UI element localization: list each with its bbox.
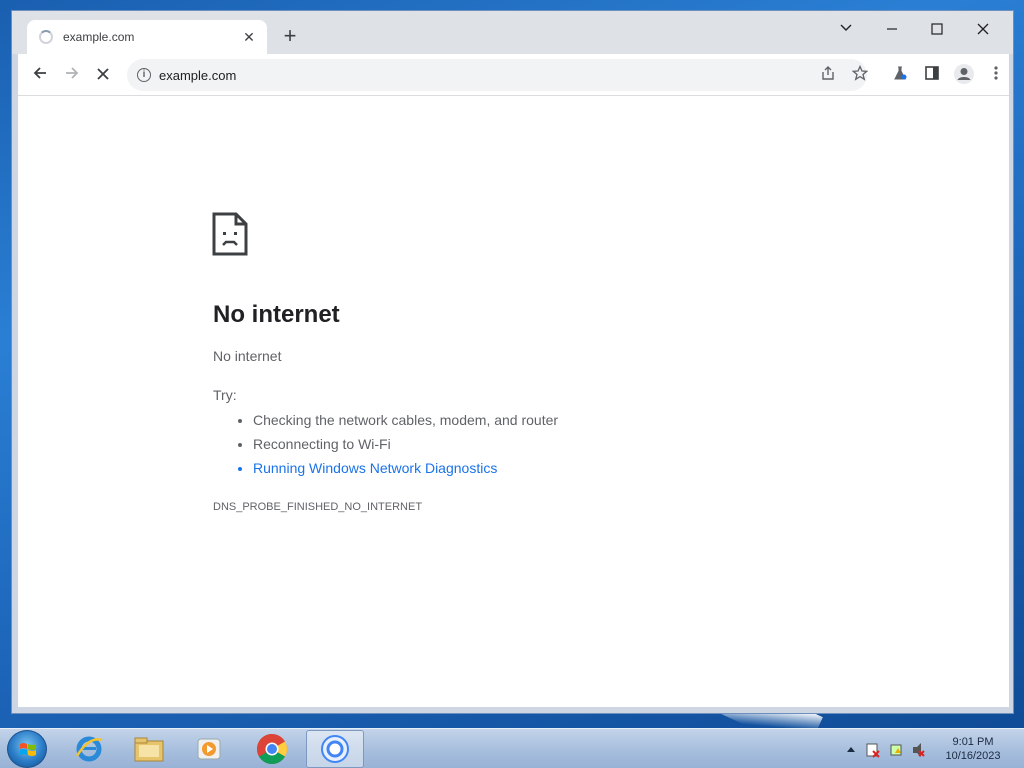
stop-loading-icon[interactable] (91, 63, 115, 87)
minimize-button[interactable] (878, 17, 906, 45)
profile-avatar-icon[interactable] (952, 63, 976, 87)
forward-arrow-icon[interactable] (60, 63, 84, 87)
close-tab-icon[interactable]: ✕ (241, 29, 257, 46)
system-tray (845, 741, 925, 762)
page-content: No internet No internet Try: Checking th… (18, 96, 1009, 707)
tab-search-chevron-icon[interactable] (832, 17, 860, 45)
tab-title: example.com (63, 30, 135, 44)
error-subtitle: No internet (213, 348, 282, 364)
clock-date: 10/16/2023 (945, 750, 1001, 762)
error-title: No internet (213, 301, 340, 328)
url-text: example.com (159, 67, 237, 83)
back-arrow-icon[interactable] (28, 63, 52, 87)
clock[interactable]: 9:01 PM 10/16/2023 (932, 735, 1014, 763)
maximize-button[interactable] (923, 17, 951, 45)
internet-explorer-icon[interactable] (60, 730, 118, 768)
bookmark-star-icon[interactable] (848, 63, 872, 87)
clock-time: 9:01 PM (952, 736, 994, 748)
file-explorer-icon[interactable] (120, 730, 178, 768)
browser-window: example.com ✕ + i example.com No interne… (11, 10, 1014, 714)
side-panel-icon[interactable] (920, 63, 944, 87)
suggestion-item: Checking the network cables, modem, and … (253, 411, 558, 435)
browser-toolbar: i example.com (18, 54, 1009, 96)
start-button[interactable] (7, 730, 47, 768)
labs-flask-icon[interactable] (888, 63, 912, 87)
menu-kebab-icon[interactable] (984, 63, 1008, 87)
tab-example[interactable]: example.com ✕ (27, 20, 267, 54)
suggestion-list: Checking the network cables, modem, and … (253, 411, 558, 483)
loading-spinner-icon (39, 30, 53, 44)
suggestion-item: Reconnecting to Wi-Fi (253, 435, 558, 459)
chrome-active-window-icon[interactable] (306, 730, 364, 768)
address-bar[interactable]: i example.com (127, 59, 867, 91)
site-info-icon[interactable]: i (137, 68, 151, 82)
try-label: Try: (213, 387, 237, 403)
close-window-button[interactable] (969, 17, 997, 45)
show-hidden-icons-icon (847, 747, 855, 752)
media-player-icon[interactable] (180, 730, 238, 768)
taskbar: 9:01 PM 10/16/2023 (0, 728, 1024, 768)
sad-page-icon (212, 212, 248, 261)
new-tab-button[interactable]: + (278, 25, 302, 49)
chrome-icon[interactable] (243, 730, 301, 768)
network-diagnostics-link[interactable]: Running Windows Network Diagnostics (253, 459, 558, 483)
windows-logo-icon (20, 743, 36, 756)
error-code: DNS_PROBE_FINISHED_NO_INTERNET (213, 501, 423, 513)
share-icon[interactable] (816, 63, 840, 87)
title-bar: example.com ✕ + (12, 11, 1013, 54)
